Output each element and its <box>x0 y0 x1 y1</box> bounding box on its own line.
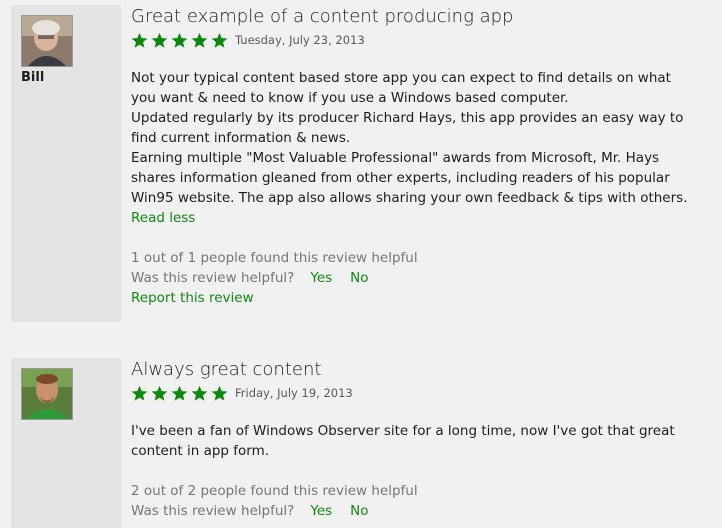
read-less-link[interactable]: Read less <box>131 210 195 226</box>
helpful-no-button[interactable]: No <box>350 503 368 519</box>
review-item: Always great content Friday, July 19, 20… <box>0 358 722 528</box>
review-date: Friday, July 19, 2013 <box>235 386 353 400</box>
review-title: Great example of a content producing app <box>131 6 514 27</box>
avatar-image <box>22 16 72 66</box>
star-icon <box>131 32 148 48</box>
helpful-prompt: Was this review helpful? Yes No <box>131 501 691 521</box>
review-paragraph: I've been a fan of Windows Observer site… <box>131 423 675 459</box>
report-review-link[interactable]: Report this review <box>131 290 254 306</box>
star-icon <box>171 32 188 48</box>
review-title: Always great content <box>131 359 322 380</box>
review-paragraph: Updated regularly by its producer Richar… <box>131 110 684 146</box>
review-item: Bill Great example of a content producin… <box>0 0 722 322</box>
star-icon <box>191 32 208 48</box>
review-meta: Tuesday, July 23, 2013 <box>131 29 691 51</box>
author-panel <box>11 358 121 528</box>
review-meta: Friday, July 19, 2013 <box>131 382 691 404</box>
avatar-image <box>22 369 72 419</box>
helpful-yes-button[interactable]: Yes <box>310 270 332 286</box>
star-rating <box>131 385 231 402</box>
author-name: Bill <box>21 70 45 85</box>
author-panel: Bill <box>11 5 121 322</box>
helpful-question: Was this review helpful? <box>131 503 295 519</box>
review-content: Great example of a content producing app… <box>131 5 691 308</box>
star-icon <box>211 385 228 401</box>
helpful-prompt: Was this review helpful? Yes No <box>131 268 691 288</box>
helpful-count: 2 out of 2 people found this review help… <box>131 483 418 499</box>
star-icon <box>211 32 228 48</box>
star-icon <box>131 385 148 401</box>
star-icon <box>151 32 168 48</box>
star-icon <box>191 385 208 401</box>
review-content: Always great content Friday, July 19, 20… <box>131 358 691 521</box>
review-paragraph: Not your typical content based store app… <box>131 70 671 106</box>
review-body: I've been a fan of Windows Observer site… <box>131 421 691 461</box>
avatar <box>21 368 73 420</box>
review-paragraph: Earning multiple "Most Valuable Professi… <box>131 150 688 206</box>
avatar <box>21 15 73 67</box>
helpful-no-button[interactable]: No <box>350 270 368 286</box>
star-icon <box>151 385 168 401</box>
star-icon <box>171 385 188 401</box>
review-date: Tuesday, July 23, 2013 <box>235 33 365 47</box>
star-rating <box>131 32 231 49</box>
helpful-question: Was this review helpful? <box>131 270 295 286</box>
helpful-yes-button[interactable]: Yes <box>310 503 332 519</box>
review-body: Not your typical content based store app… <box>131 68 691 208</box>
helpful-count: 1 out of 1 people found this review help… <box>131 250 418 266</box>
